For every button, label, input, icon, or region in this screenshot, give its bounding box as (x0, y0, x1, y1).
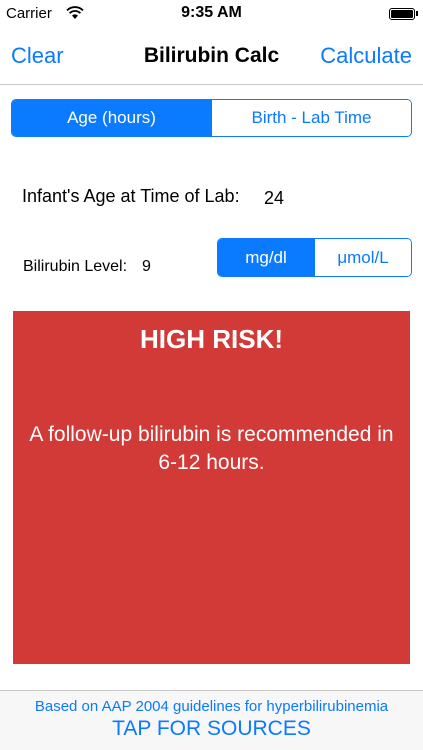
age-input[interactable]: 24 (264, 188, 284, 209)
battery-icon (389, 8, 415, 20)
bilirubin-input[interactable]: 9 (142, 258, 151, 276)
age-label: Infant's Age at Time of Lab: (22, 186, 240, 206)
navigation-bar: Clear Bilirubin Calc Calculate (0, 28, 423, 84)
units-segmented-control: mg/dl μmol/L (217, 238, 412, 277)
status-bar: Carrier 9:35 AM (0, 0, 423, 28)
nav-divider (0, 84, 423, 85)
status-time: 9:35 AM (181, 4, 242, 21)
risk-result-panel: HIGH RISK! A follow-up bilirubin is reco… (13, 311, 410, 664)
risk-message: A follow-up bilirubin is recommended in … (29, 423, 394, 474)
segment-birth-lab-time[interactable]: Birth - Lab Time (211, 100, 411, 136)
segment-age-hours[interactable]: Age (hours) (12, 100, 211, 136)
bilirubin-label: Bilirubin Level: (23, 258, 128, 275)
segment-umol-l[interactable]: μmol/L (314, 239, 411, 276)
guidelines-note: Based on AAP 2004 guidelines for hyperbi… (34, 698, 389, 715)
battery-tip (416, 11, 418, 16)
age-mode-segmented-control: Age (hours) Birth - Lab Time (11, 99, 412, 137)
sources-link[interactable]: TAP FOR SOURCES (0, 717, 423, 741)
segment-mg-dl[interactable]: mg/dl (218, 239, 314, 276)
footer[interactable]: Based on AAP 2004 guidelines for hyperbi… (0, 691, 423, 750)
risk-title: HIGH RISK! (140, 324, 283, 354)
calculate-button[interactable]: Calculate (320, 43, 412, 69)
